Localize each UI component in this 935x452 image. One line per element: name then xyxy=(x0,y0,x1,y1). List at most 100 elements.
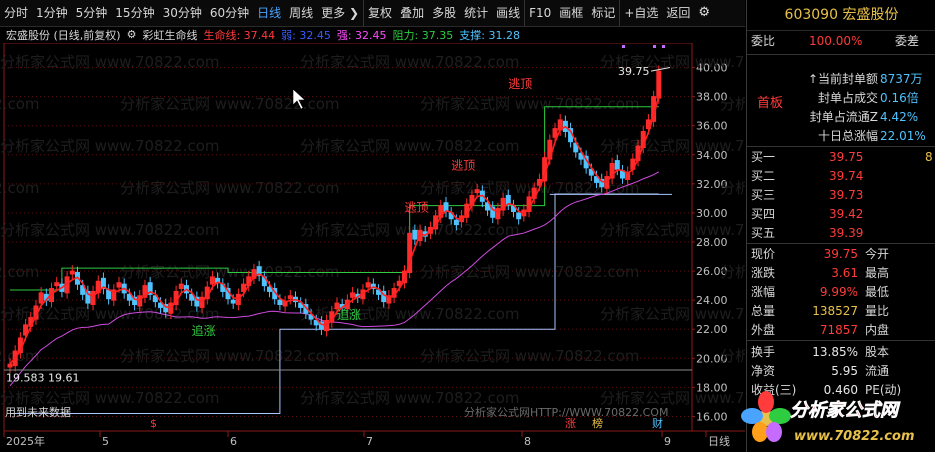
seal-row: 十日总涨幅 22.01% xyxy=(747,127,935,146)
candle-body xyxy=(443,202,449,212)
top-marker xyxy=(622,45,625,48)
quote-row: 涨幅 9.99% 最低 xyxy=(747,283,935,302)
quote-value: 71857 xyxy=(819,323,858,337)
watermark-text: 分析家公式网 www.70822.com xyxy=(0,137,220,155)
watermark-text: 分析家公式网 www.70822.com xyxy=(300,389,520,407)
weibi-row: 委比 100.00% 委差 xyxy=(747,32,935,51)
quote-label-2: 今开 xyxy=(865,247,890,261)
indicator-value: 弱: 32.45 xyxy=(281,28,331,42)
toolbar-item[interactable]: 标记 xyxy=(587,0,619,26)
watermark-text: 分析家公式网 www.70822.com xyxy=(600,389,745,407)
quote-row: 现价 39.75 今开 xyxy=(747,245,935,264)
candle-body xyxy=(277,299,283,306)
toolbar-item[interactable]: 叠加 xyxy=(396,0,428,26)
quote-label: 现价 xyxy=(751,247,776,261)
candle-body xyxy=(474,189,480,194)
candle-body xyxy=(267,286,273,292)
seal-label: ↑当前封单额 xyxy=(807,72,878,86)
toolbar-item[interactable]: F10 xyxy=(524,0,555,26)
signal-label: 追涨 xyxy=(192,323,216,338)
x-tick-label: 7 xyxy=(366,435,373,448)
stock-title: 宏盛股份 (日线,前复权) xyxy=(6,28,121,42)
toolbar-item[interactable]: 15分钟 xyxy=(111,0,158,26)
site-logo: 分析家公式网 www.70822.com xyxy=(741,391,915,444)
indicator-gear-icon[interactable]: ⚙ xyxy=(127,28,137,41)
candle-body xyxy=(287,295,293,300)
watermark-text: 分析家公式网 www.70822.com xyxy=(120,263,340,281)
logo-flower-icon xyxy=(741,391,791,442)
toolbar-item[interactable]: 5分钟 xyxy=(72,0,112,26)
top-marker xyxy=(662,45,665,48)
toolbar-item[interactable]: 日线 xyxy=(253,0,285,26)
candle-body xyxy=(54,282,60,287)
signal-label: 逃顶 xyxy=(404,200,428,214)
period-toolbar: 分时 1分钟 5分钟 15分钟 30分钟 60分钟 日线 周线 更多 ❯ 复权 叠加 多股 统计 画线 F1… xyxy=(0,0,745,27)
bid-label: 买四 xyxy=(751,207,776,221)
watermark-text: 分析家公式网 www.70822.com xyxy=(420,263,640,281)
stat-label: 净资 xyxy=(751,364,776,378)
x-tick-label: 5 xyxy=(102,435,109,448)
board-badge: 首板 xyxy=(747,94,935,112)
bid-label: 买一 xyxy=(751,150,776,164)
board-label: 首板 xyxy=(757,96,784,111)
candle-body xyxy=(365,282,371,288)
toolbar-item[interactable]: 60分钟 xyxy=(206,0,253,26)
watermark-text: 分析家公式网 www.70822.com xyxy=(120,347,340,365)
watermark-text: 分析家公式网 www.70822.com xyxy=(0,179,40,197)
bid-price: 39.75 xyxy=(829,150,864,164)
signal-label: 逃顶 xyxy=(451,158,475,172)
quote-value: 3.61 xyxy=(831,266,858,280)
toolbar-item[interactable]: 复权 xyxy=(363,0,396,26)
x-tick-label: 9 xyxy=(664,435,671,448)
stock-app: 分时 1分钟 5分钟 15分钟 30分钟 60分钟 日线 周线 更多 ❯ 复权 叠加 多股 统计 画线 F1… xyxy=(0,0,935,452)
future-data-note: 用到未来数据 xyxy=(5,405,71,419)
toolbar-item[interactable]: 画框 xyxy=(555,0,587,26)
watermark-text: 分析家公式网 www.70822.com xyxy=(300,137,520,155)
toolbar-item[interactable]: 周线 xyxy=(285,0,317,26)
watermark-text: 分析家公式网 www.70822.com xyxy=(120,179,340,197)
event-marker: $ xyxy=(150,417,157,430)
candle-body xyxy=(209,276,215,285)
high-price-label: 39.75 xyxy=(618,65,650,78)
candle-body xyxy=(516,212,522,220)
watermark-text: 分析家公式网 www.70822.com xyxy=(600,221,745,239)
bid-volume: 8 xyxy=(925,150,933,164)
kline-chart[interactable]: 40.0038.0036.0034.0032.0030.0028.0026.00… xyxy=(0,43,745,452)
weibi-value: 100.00% xyxy=(809,34,863,48)
quote-label: 涨跌 xyxy=(751,266,776,280)
stat-row: 换手 13.85% 股本 xyxy=(747,343,935,362)
candle-body xyxy=(90,290,96,306)
bid-label: 买三 xyxy=(751,188,776,202)
logo-url: www.70822.com xyxy=(794,429,915,444)
candle-body xyxy=(230,299,236,304)
quote-row: 总量 138527 量比 xyxy=(747,302,935,321)
watermark-text: 分析家公式网 www.70822.com xyxy=(720,179,745,197)
toolbar-item[interactable]: +自选 xyxy=(619,0,662,26)
bid-row: 买三 39.73 xyxy=(747,186,935,205)
indicator-name[interactable]: 彩虹生命线 xyxy=(142,27,197,43)
candle-body xyxy=(505,194,511,205)
watermark-text: 分析家公式网 www.70822.com xyxy=(0,95,40,113)
quote-label-2: 最低 xyxy=(865,285,890,299)
candle-body xyxy=(69,270,75,275)
toolbar-item[interactable]: 更多 ❯ xyxy=(317,0,363,26)
bid-price: 39.74 xyxy=(829,169,864,183)
top-marker xyxy=(653,45,656,48)
toolbar-item[interactable]: 统计 xyxy=(460,0,492,26)
y-tick-label: 16.00 xyxy=(696,410,728,423)
toolbar-item[interactable]: 画线 xyxy=(492,0,524,26)
x-tick-label: 2025年 xyxy=(6,434,45,448)
watermark-text: 分析家公式网 www.70822.com xyxy=(0,221,220,239)
low-price-label: 19.583 19.61 xyxy=(6,372,79,385)
x-tick-label: 日线 xyxy=(708,434,730,448)
weibi-label: 委比 xyxy=(751,34,776,48)
toolbar-item[interactable]: 1分钟 xyxy=(32,0,72,26)
stat-value: 5.95 xyxy=(831,364,858,378)
quote-label-2: 量比 xyxy=(865,304,890,318)
toolbar-item[interactable]: 30分钟 xyxy=(159,0,206,26)
settings-gear-icon[interactable]: ⚙ xyxy=(694,0,714,26)
watermark-text: 分析家公式网 www.70822.com xyxy=(720,347,745,365)
toolbar-item[interactable]: 返回 xyxy=(662,0,694,26)
toolbar-item[interactable]: 分时 xyxy=(0,0,32,26)
toolbar-item[interactable]: 多股 xyxy=(428,0,460,26)
